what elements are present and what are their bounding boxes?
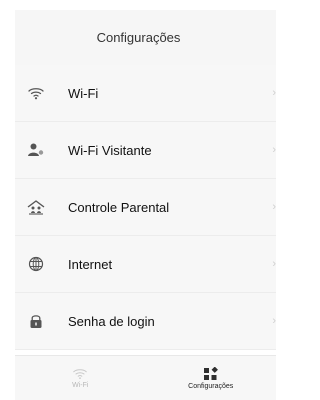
settings-item-label: Controle Parental: [68, 199, 170, 215]
settings-item-wifi[interactable]: Wi-Fi ›: [15, 65, 276, 122]
parental-control-icon: [26, 197, 46, 217]
settings-item-guest-wifi[interactable]: Wi-Fi Visitante ›: [15, 122, 276, 179]
settings-screen: Configurações Wi-Fi › Wi-Fi Visitante › …: [0, 0, 276, 400]
tab-settings[interactable]: Configurações: [146, 356, 277, 400]
chevron-right-icon: ›: [272, 315, 276, 327]
settings-list: Wi-Fi › Wi-Fi Visitante › Controle Paren…: [15, 65, 276, 350]
wifi-icon: [72, 367, 88, 380]
chevron-right-icon: ›: [272, 144, 276, 156]
tab-label: Configurações: [188, 382, 234, 390]
globe-icon: [26, 254, 46, 274]
wifi-icon: [26, 83, 46, 103]
settings-item-label: Senha de login: [68, 313, 155, 329]
page-title: Configurações: [96, 30, 181, 45]
settings-item-parental-control[interactable]: Controle Parental ›: [15, 179, 276, 236]
settings-item-internet[interactable]: Internet ›: [15, 236, 276, 293]
settings-item-label: Internet: [68, 256, 113, 272]
tab-wifi[interactable]: Wi-Fi: [15, 356, 146, 400]
chevron-right-icon: ›: [272, 258, 276, 270]
lock-icon: [26, 311, 46, 331]
chevron-right-icon: ›: [272, 201, 276, 213]
settings-item-label: Wi-Fi Visitante: [68, 142, 152, 158]
top-bar: Configurações: [15, 10, 276, 65]
tab-label: Wi-Fi: [72, 382, 89, 389]
bottom-navigation: Wi-Fi Configurações: [15, 355, 276, 400]
grid-icon: [203, 366, 219, 381]
guest-wifi-icon: [26, 140, 46, 160]
settings-item-login-password[interactable]: Senha de login ›: [15, 293, 276, 350]
settings-item-label: Wi-Fi: [68, 85, 99, 101]
chevron-right-icon: ›: [272, 87, 276, 99]
